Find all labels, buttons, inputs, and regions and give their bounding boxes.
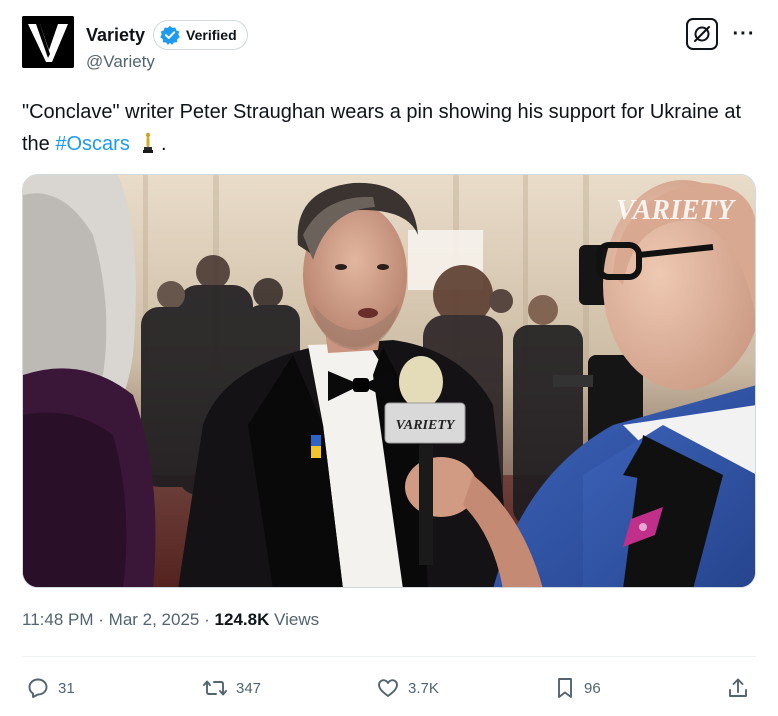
- media-video[interactable]: VARIETY VARIETY: [22, 174, 756, 588]
- divider: [22, 656, 756, 657]
- tweet-time[interactable]: 11:48 PM: [22, 610, 94, 629]
- reply-icon: [28, 678, 48, 698]
- grok-button[interactable]: [686, 18, 718, 50]
- red-carpet-interview-image: VARIETY VARIETY: [23, 175, 755, 587]
- tweet-text: "Conclave" writer Peter Straughan wears …: [22, 96, 752, 160]
- bookmark-icon: [558, 678, 572, 698]
- tweet-text-end: .: [155, 133, 167, 155]
- bookmark-count: 96: [584, 679, 601, 697]
- author-handle[interactable]: @Variety: [86, 52, 155, 72]
- heart-icon: [378, 679, 398, 697]
- bookmark-button[interactable]: 96: [554, 676, 601, 700]
- author-display-name[interactable]: Variety: [86, 25, 145, 46]
- ukraine-pin-yellow: [311, 446, 321, 458]
- tweet-text-body: "Conclave" writer Peter Straughan wears …: [22, 101, 741, 155]
- views-count: 124.8K: [214, 610, 270, 629]
- more-options-button[interactable]: ···: [730, 22, 758, 46]
- tweet-meta: 11:48 PM · Mar 2, 2025 · 124.8K Views: [22, 610, 319, 630]
- oscar-statuette-icon: [143, 132, 154, 153]
- verified-label: Verified: [186, 27, 237, 43]
- ukraine-pin-blue: [311, 435, 321, 446]
- variety-watermark: VARIETY: [616, 195, 737, 226]
- variety-v-logo-icon: [22, 16, 74, 68]
- meta-separator: ·: [98, 610, 104, 629]
- reply-button[interactable]: 31: [26, 676, 75, 700]
- repost-icon: [203, 680, 227, 696]
- hashtag-link[interactable]: #Oscars: [55, 133, 129, 155]
- avatar[interactable]: [22, 16, 74, 68]
- views-label: Views: [274, 610, 320, 629]
- mic-flag-logo: VARIETY: [396, 418, 456, 433]
- repost-count: 347: [236, 679, 262, 697]
- like-count: 3.7K: [408, 679, 439, 697]
- reply-count: 31: [58, 679, 75, 697]
- tweet-date[interactable]: Mar 2, 2025: [109, 610, 200, 629]
- verified-check-icon: [160, 25, 180, 45]
- grok-slash-icon: [694, 26, 710, 42]
- like-button[interactable]: 3.7K: [376, 676, 439, 700]
- verified-badge[interactable]: Verified: [153, 20, 248, 50]
- meta-separator: ·: [204, 610, 210, 629]
- tweet-card: Variety Verified @Variety ··· "Conclave"…: [0, 0, 778, 716]
- repost-button[interactable]: 347: [202, 676, 261, 700]
- share-icon: [729, 678, 747, 697]
- author-name-row: Variety Verified: [86, 20, 248, 50]
- share-button[interactable]: [726, 676, 750, 700]
